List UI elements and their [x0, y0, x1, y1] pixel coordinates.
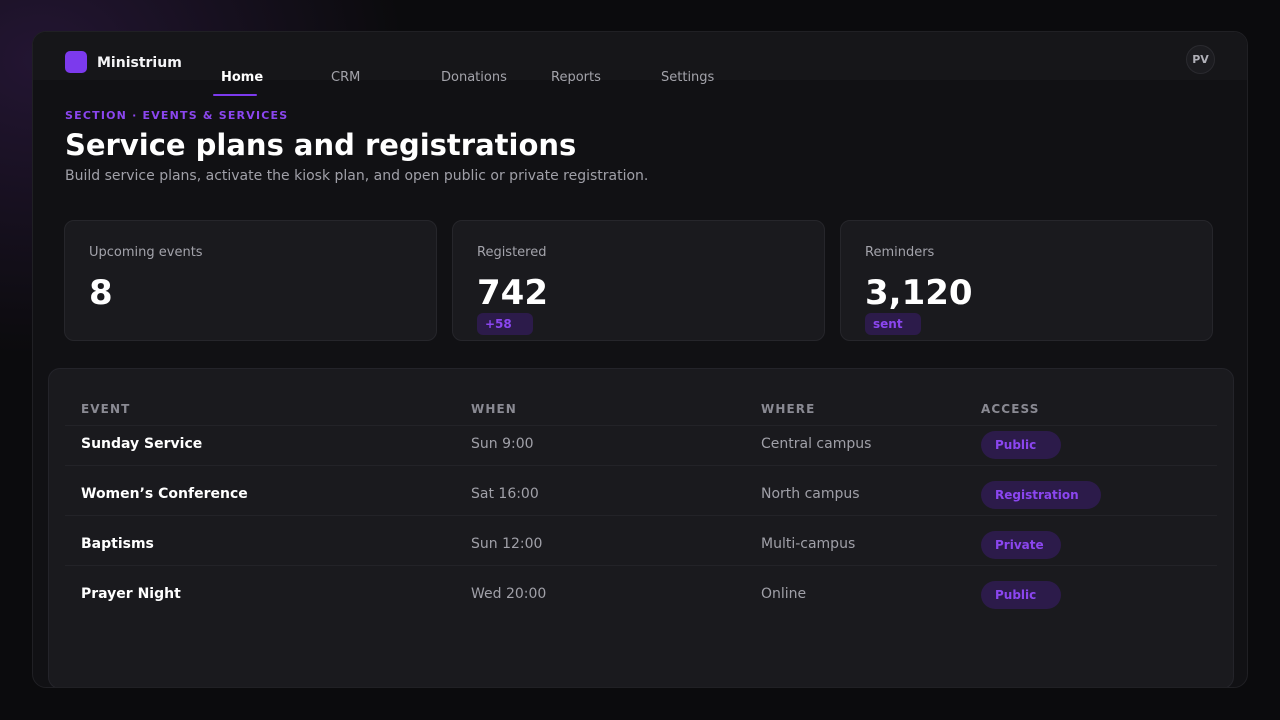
stat-value: 3,120 — [865, 273, 973, 313]
event-when: Sun 12:00 — [471, 536, 543, 552]
event-name[interactable]: Prayer Night — [81, 586, 181, 602]
stat-label: Reminders — [865, 245, 935, 260]
event-where: Central campus — [761, 436, 872, 452]
event-name[interactable]: Sunday Service — [81, 436, 202, 452]
events-table: EVENT WHEN WHERE ACCESS Sunday Service S… — [48, 368, 1234, 687]
stat-badge: +58 — [477, 313, 533, 335]
stat-label: Upcoming events — [89, 245, 203, 260]
stat-value: 742 — [477, 273, 548, 313]
stat-card-registered: Registered 742 +58 — [452, 220, 825, 341]
event-when: Sat 16:00 — [471, 486, 539, 502]
active-tab-indicator — [213, 94, 257, 96]
top-bar — [33, 32, 1247, 80]
event-where: North campus — [761, 486, 860, 502]
event-when: Wed 20:00 — [471, 586, 547, 602]
page-subtitle: Build service plans, activate the kiosk … — [65, 168, 649, 184]
stat-value: 8 — [89, 273, 113, 313]
event-where: Multi-campus — [761, 536, 856, 552]
table-row[interactable]: Women’s Conference Sat 16:00 North campu… — [65, 465, 1217, 515]
column-header-event[interactable]: EVENT — [81, 402, 130, 416]
access-badge[interactable]: Registration — [981, 481, 1101, 509]
section-eyebrow: SECTION · EVENTS & SERVICES — [65, 109, 289, 122]
column-header-where[interactable]: WHERE — [761, 402, 815, 416]
page-title: Service plans and registrations — [65, 128, 577, 162]
stat-label: Registered — [477, 245, 547, 260]
column-header-access[interactable]: ACCESS — [981, 402, 1039, 416]
event-name[interactable]: Baptisms — [81, 536, 154, 552]
stat-card-reminders: Reminders 3,120 sent — [840, 220, 1213, 341]
tab-settings[interactable]: Settings — [661, 70, 714, 85]
table-row[interactable]: Baptisms Sun 12:00 Multi-campus Private — [65, 515, 1217, 565]
app-window: Ministrium Home CRM Donations Reports Se… — [32, 31, 1248, 688]
access-badge[interactable]: Private — [981, 531, 1061, 559]
brand-name: Ministrium — [97, 55, 182, 71]
access-badge[interactable]: Public — [981, 431, 1061, 459]
access-badge[interactable]: Public — [981, 581, 1061, 609]
column-header-when[interactable]: WHEN — [471, 402, 517, 416]
tab-donations[interactable]: Donations — [441, 70, 507, 85]
stat-card-upcoming-events: Upcoming events 8 — [64, 220, 437, 341]
event-where: Online — [761, 586, 807, 602]
event-when: Sun 9:00 — [471, 436, 534, 452]
event-name[interactable]: Women’s Conference — [81, 486, 248, 502]
tab-crm[interactable]: CRM — [331, 70, 360, 85]
user-avatar[interactable]: PV — [1186, 45, 1215, 74]
tab-reports[interactable]: Reports — [551, 70, 601, 85]
table-row[interactable]: Prayer Night Wed 20:00 Online Public — [65, 565, 1217, 615]
stat-badge: sent — [865, 313, 921, 335]
brand-logo-icon — [65, 51, 87, 73]
tab-home[interactable]: Home — [221, 70, 263, 85]
